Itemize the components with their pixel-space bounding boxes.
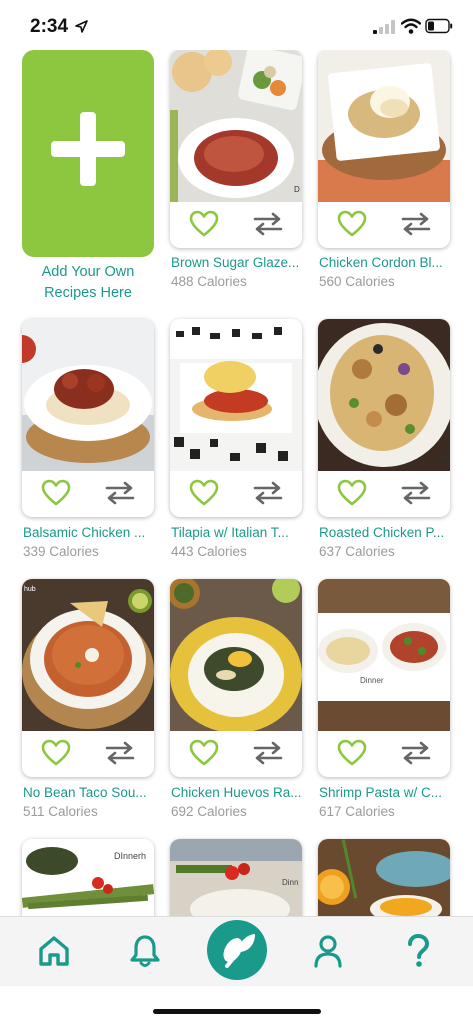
svg-text:Dinner: Dinner — [360, 676, 384, 685]
recipe-card[interactable] — [170, 579, 302, 777]
location-arrow-icon — [75, 20, 88, 33]
recipe-photo: Dinner — [318, 579, 450, 731]
heart-outline-icon[interactable] — [189, 210, 219, 238]
recipe-calories: 637 Calories — [319, 544, 395, 559]
recipe-name[interactable]: Tilapia w/ Italian T... — [171, 525, 311, 540]
recipe-photo — [170, 579, 302, 731]
recipe-photo: Dinn — [170, 839, 302, 916]
battery-icon — [425, 18, 453, 34]
recipe-calories: 617 Calories — [319, 804, 395, 819]
bottom-tab-bar — [0, 916, 473, 986]
recipe-card-actions — [318, 471, 450, 517]
recipe-card[interactable]: Di — [318, 319, 450, 517]
recipe-calories: 692 Calories — [171, 804, 247, 819]
recipe-card-actions — [22, 471, 154, 517]
swap-arrows-icon[interactable] — [252, 481, 284, 505]
recipe-card[interactable] — [22, 319, 154, 517]
home-indicator — [153, 1009, 321, 1014]
home-icon[interactable] — [37, 933, 71, 969]
recipe-card[interactable] — [318, 50, 450, 248]
swap-arrows-icon[interactable] — [252, 741, 284, 765]
swap-arrows-icon[interactable] — [104, 741, 136, 765]
recipe-photo: D — [170, 50, 302, 202]
recipes-tab-button[interactable] — [207, 920, 267, 980]
heart-outline-icon[interactable] — [337, 210, 367, 238]
svg-text:Dinn: Dinn — [282, 878, 298, 887]
bell-icon[interactable] — [128, 933, 162, 969]
heart-outline-icon[interactable] — [41, 739, 71, 767]
add-recipe-label-line2: Recipes Here — [44, 285, 132, 301]
recipe-name[interactable]: Chicken Cordon Bl... — [319, 255, 459, 270]
heart-outline-icon[interactable] — [337, 479, 367, 507]
wifi-icon — [401, 18, 421, 34]
recipe-card[interactable] — [170, 319, 302, 517]
swap-arrows-icon[interactable] — [104, 481, 136, 505]
spoon-leaf-icon — [223, 934, 255, 968]
recipe-card-actions — [318, 202, 450, 248]
cellular-signal-icon — [373, 20, 395, 34]
help-icon[interactable] — [401, 933, 435, 969]
add-recipe-label-line1: Add Your Own — [41, 264, 135, 280]
recipe-grid[interactable]: Add Your Own Recipes Here D Brown Sugar … — [0, 50, 473, 916]
recipe-photo: hub — [22, 579, 154, 731]
recipe-photo: Di — [318, 319, 450, 471]
recipe-photo — [170, 319, 302, 471]
recipe-name[interactable]: Roasted Chicken P... — [319, 525, 459, 540]
recipe-calories: 488 Calories — [171, 274, 247, 289]
recipe-card[interactable]: Dinn — [170, 839, 302, 916]
heart-outline-icon[interactable] — [189, 479, 219, 507]
status-bar: 2:34 — [0, 0, 473, 50]
swap-arrows-icon[interactable] — [400, 741, 432, 765]
recipe-card[interactable] — [318, 839, 450, 916]
recipe-card-actions — [22, 731, 154, 777]
recipe-name[interactable]: Balsamic Chicken ... — [23, 525, 163, 540]
recipe-photo — [318, 50, 450, 202]
recipe-photo: DInnerh — [22, 839, 154, 916]
add-recipe-button[interactable] — [22, 50, 154, 257]
svg-text:hub: hub — [24, 586, 36, 593]
recipe-card[interactable]: D — [170, 50, 302, 248]
heart-outline-icon[interactable] — [189, 739, 219, 767]
svg-text:Di: Di — [440, 454, 448, 463]
recipe-calories: 511 Calories — [23, 804, 98, 819]
svg-text:D: D — [294, 185, 300, 194]
recipe-card-actions — [170, 471, 302, 517]
swap-arrows-icon[interactable] — [252, 212, 284, 236]
recipe-card[interactable]: hub — [22, 579, 154, 777]
recipe-name[interactable]: Shrimp Pasta w/ C... — [319, 785, 459, 800]
recipe-card[interactable]: DInnerh — [22, 839, 154, 916]
recipe-photo — [22, 319, 154, 471]
add-recipe-label[interactable]: Add Your Own Recipes Here — [22, 262, 154, 304]
recipe-calories: 339 Calories — [23, 544, 99, 559]
profile-icon[interactable] — [311, 933, 345, 969]
recipe-card[interactable]: Dinner — [318, 579, 450, 777]
recipe-name[interactable]: Chicken Huevos Ra... — [171, 785, 311, 800]
recipe-card-actions — [170, 731, 302, 777]
recipe-calories: 443 Calories — [171, 544, 247, 559]
swap-arrows-icon[interactable] — [400, 481, 432, 505]
heart-outline-icon[interactable] — [337, 739, 367, 767]
recipe-calories: 560 Calories — [319, 274, 395, 289]
heart-outline-icon[interactable] — [41, 479, 71, 507]
recipe-name[interactable]: Brown Sugar Glaze... — [171, 255, 311, 270]
status-time: 2:34 — [30, 16, 69, 37]
recipe-photo — [318, 839, 450, 916]
swap-arrows-icon[interactable] — [400, 212, 432, 236]
recipe-name[interactable]: No Bean Taco Sou... — [23, 785, 163, 800]
svg-text:DInnerh: DInnerh — [114, 851, 146, 861]
recipe-card-actions — [318, 731, 450, 777]
recipe-card-actions — [170, 202, 302, 248]
